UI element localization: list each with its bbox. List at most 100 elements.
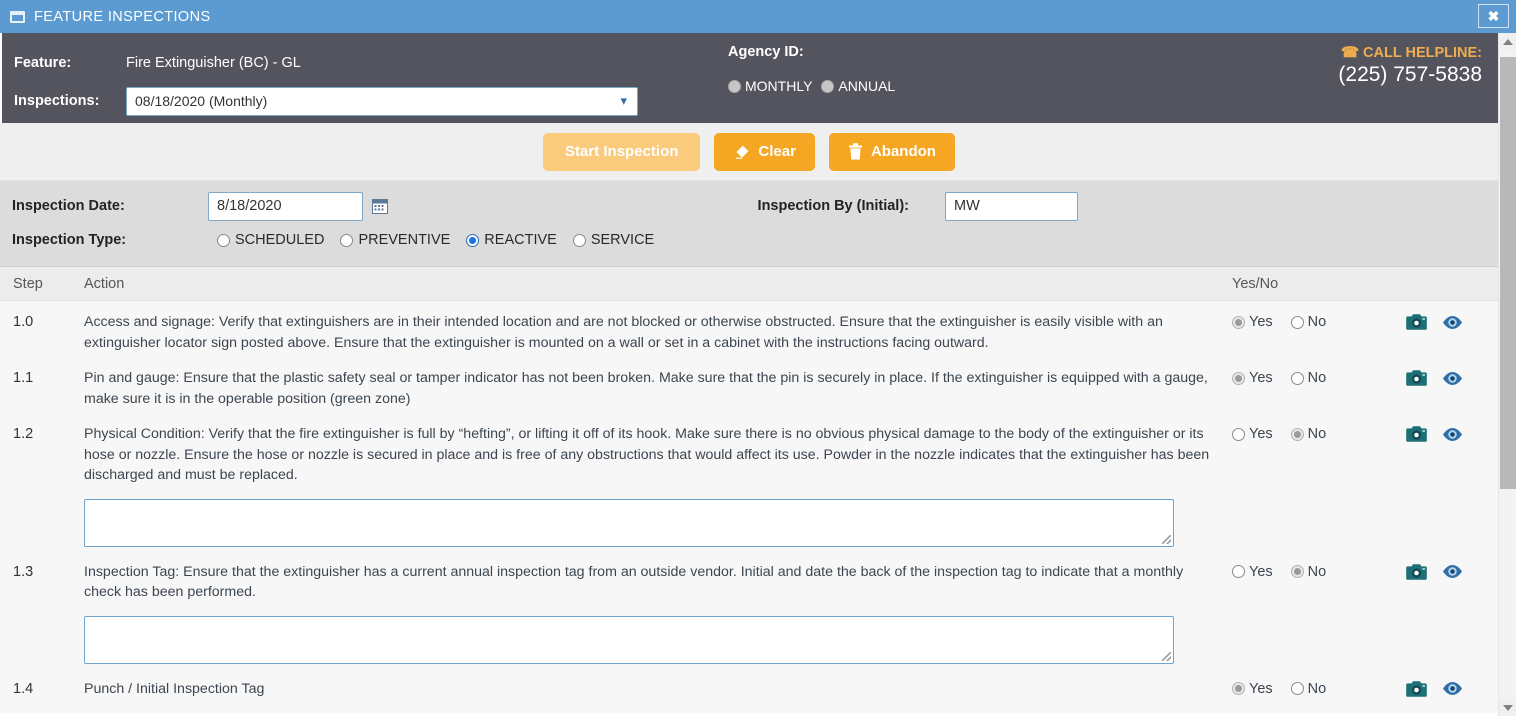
camera-icon[interactable] bbox=[1406, 680, 1427, 698]
row-answer-no[interactable]: No bbox=[1290, 314, 1326, 330]
agency-id-label: Agency ID: bbox=[728, 44, 804, 60]
feature-inspections-window: FEATURE INSPECTIONS ✖ Feature: Fire Exti… bbox=[0, 0, 1516, 716]
inspection-type-row: Inspection Type: SCHEDULED PREVENTIVE RE… bbox=[0, 223, 1498, 257]
agency-option-monthly[interactable]: MONTHLY bbox=[728, 78, 812, 94]
table-row: 1.4 Punch / Initial Inspection Tag Yes No bbox=[0, 668, 1498, 704]
row-answer-yes-label: Yes bbox=[1249, 680, 1273, 697]
scroll-down-button[interactable] bbox=[1499, 699, 1516, 716]
row-comment-textarea[interactable] bbox=[84, 498, 1174, 547]
table-row: 1.0 Access and signage: Verify that extin… bbox=[0, 301, 1498, 357]
row-step: 1.4 bbox=[13, 680, 34, 697]
radio-no-icon[interactable] bbox=[1290, 315, 1304, 329]
eye-icon[interactable] bbox=[1442, 564, 1463, 579]
row-action-text: Access and signage: Verify that extingui… bbox=[84, 314, 1163, 351]
trash-icon bbox=[848, 143, 863, 160]
radio-no-icon[interactable] bbox=[1290, 371, 1304, 385]
radio-yes-icon[interactable] bbox=[1232, 565, 1245, 578]
inspection-type-preventive-label: PREVENTIVE bbox=[358, 232, 451, 248]
row-yesno-radio-group: Yes No bbox=[1232, 679, 1406, 697]
titlebar-left-group: FEATURE INSPECTIONS bbox=[10, 9, 211, 25]
vertical-scrollbar[interactable] bbox=[1498, 33, 1516, 716]
scroll-up-button[interactable] bbox=[1499, 33, 1516, 50]
inspection-type-preventive[interactable]: PREVENTIVE bbox=[340, 232, 450, 248]
inspections-select-value: 08/18/2020 (Monthly) bbox=[135, 93, 268, 109]
row-step: 1.1 bbox=[13, 370, 34, 386]
scrollbar-thumb[interactable] bbox=[1500, 57, 1516, 489]
row-action-cell: Punch / Initial Inspection Tag bbox=[72, 679, 1226, 700]
radio-yes-icon[interactable] bbox=[1232, 427, 1245, 441]
column-header-yesno: Yes/No bbox=[1232, 275, 1279, 292]
radio-annual-icon[interactable] bbox=[821, 79, 835, 93]
row-yesno-cell: Yes No bbox=[1226, 562, 1406, 580]
row-icons-cell bbox=[1406, 368, 1498, 387]
row-answer-no[interactable]: No bbox=[1290, 681, 1326, 697]
radio-yes-icon[interactable] bbox=[1232, 682, 1245, 695]
inspection-date-input[interactable]: 8/18/2020 bbox=[208, 191, 363, 221]
helpline-label: CALL HELPLINE: bbox=[1363, 45, 1482, 61]
feature-summary-bar: Feature: Fire Extinguisher (BC) - GL Ins… bbox=[2, 33, 1498, 123]
radio-reactive-icon[interactable] bbox=[466, 233, 480, 247]
eye-icon[interactable] bbox=[1442, 427, 1463, 442]
abandon-button[interactable]: Abandon bbox=[828, 132, 955, 171]
inspection-type-service-label: SERVICE bbox=[590, 232, 655, 248]
agency-column: Agency ID: MONTHLY ANNUAL bbox=[726, 44, 900, 120]
row-yesno-cell: Yes No bbox=[1226, 312, 1406, 330]
radio-scheduled-icon[interactable] bbox=[217, 233, 230, 247]
row-yesno-cell: Yes No bbox=[1226, 679, 1406, 697]
radio-yes-icon[interactable] bbox=[1232, 371, 1245, 385]
radio-monthly-icon[interactable] bbox=[728, 79, 741, 93]
start-inspection-button[interactable]: Start Inspection bbox=[543, 132, 701, 171]
inspections-label: Inspections: bbox=[14, 93, 100, 109]
row-answer-no-label: No bbox=[1307, 426, 1327, 442]
eye-icon[interactable] bbox=[1442, 681, 1463, 696]
radio-no-icon[interactable] bbox=[1290, 565, 1304, 578]
camera-icon[interactable] bbox=[1406, 425, 1427, 443]
row-answer-yes[interactable]: Yes bbox=[1232, 681, 1273, 697]
column-header-step: Step bbox=[13, 275, 43, 292]
agency-option-annual[interactable]: ANNUAL bbox=[821, 78, 895, 94]
inspection-by-input[interactable]: MW bbox=[945, 191, 1078, 221]
clear-button[interactable]: Clear bbox=[714, 132, 815, 171]
inspection-type-reactive[interactable]: REACTIVE bbox=[466, 232, 557, 248]
camera-icon[interactable] bbox=[1406, 313, 1427, 331]
row-answer-yes[interactable]: Yes bbox=[1232, 370, 1273, 386]
row-step: 1.3 bbox=[13, 563, 34, 580]
eye-icon[interactable] bbox=[1442, 371, 1463, 386]
eye-icon[interactable] bbox=[1442, 315, 1463, 330]
window-title: FEATURE INSPECTIONS bbox=[34, 8, 211, 25]
inspection-type-service[interactable]: SERVICE bbox=[572, 232, 655, 248]
radio-service-icon[interactable] bbox=[572, 233, 586, 247]
row-comment-textarea[interactable] bbox=[84, 615, 1174, 664]
inspection-table-header: Step Action Yes/No bbox=[0, 267, 1498, 301]
inspection-type-reactive-label: REACTIVE bbox=[484, 232, 557, 248]
radio-preventive-icon[interactable] bbox=[340, 233, 354, 247]
chevron-down-icon: ▾ bbox=[620, 93, 627, 108]
close-button[interactable]: ✖ bbox=[1478, 4, 1509, 28]
radio-no-icon[interactable] bbox=[1290, 427, 1304, 441]
row-answer-yes[interactable]: Yes bbox=[1232, 426, 1273, 442]
row-yesno-cell: Yes No bbox=[1226, 424, 1406, 442]
radio-no-icon[interactable] bbox=[1290, 682, 1304, 695]
camera-icon[interactable] bbox=[1406, 369, 1427, 387]
feature-label: Feature: bbox=[14, 55, 72, 71]
row-answer-no[interactable]: No bbox=[1290, 564, 1326, 580]
row-icons-cell bbox=[1406, 312, 1498, 331]
agency-option-monthly-label: MONTHLY bbox=[745, 78, 813, 94]
chevron-up-icon bbox=[1503, 38, 1513, 45]
radio-yes-icon[interactable] bbox=[1232, 315, 1245, 329]
feature-bar-left-column: Feature: Fire Extinguisher (BC) - GL Ins… bbox=[14, 44, 726, 120]
row-answer-no[interactable]: No bbox=[1290, 370, 1326, 386]
helpline-heading: ☎ CALL HELPLINE: bbox=[1338, 45, 1482, 61]
camera-icon[interactable] bbox=[1406, 563, 1427, 581]
inspections-select[interactable]: 08/18/2020 (Monthly) ▾ bbox=[126, 86, 638, 116]
calendar-icon[interactable] bbox=[372, 198, 388, 214]
table-row: 1.2 Physical Condition: Verify that the f… bbox=[0, 413, 1498, 551]
row-answer-yes[interactable]: Yes bbox=[1232, 564, 1273, 580]
row-icon-group bbox=[1406, 679, 1498, 698]
row-answer-yes[interactable]: Yes bbox=[1232, 314, 1273, 330]
row-action-text: Inspection Tag: Ensure that the extingui… bbox=[84, 563, 1184, 601]
inspection-type-scheduled[interactable]: SCHEDULED bbox=[217, 232, 324, 248]
column-header-action: Action bbox=[84, 275, 125, 292]
row-icon-group bbox=[1406, 312, 1498, 331]
row-answer-no[interactable]: No bbox=[1290, 426, 1327, 442]
